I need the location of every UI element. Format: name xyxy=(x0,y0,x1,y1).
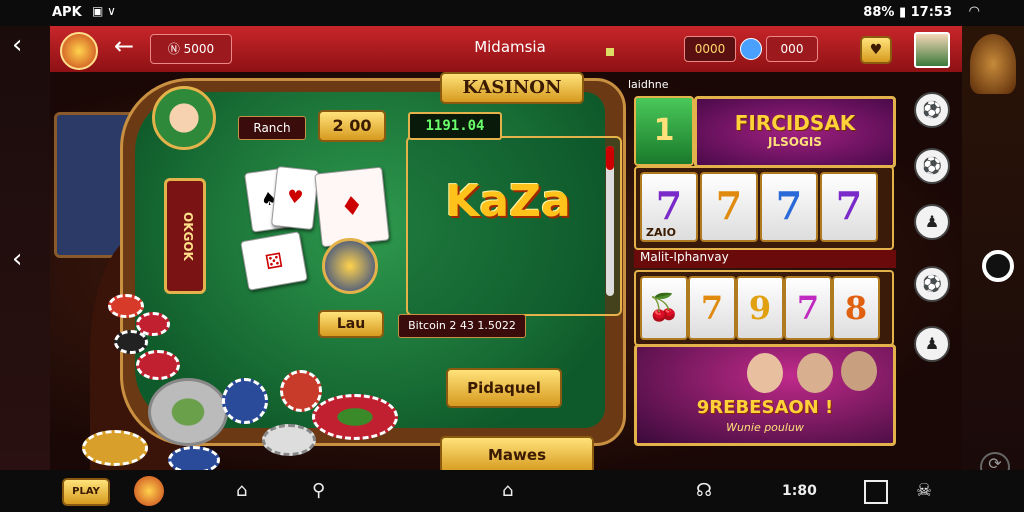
record-icon[interactable] xyxy=(982,250,1014,282)
status-right-text: 88% ▮ 17:53 xyxy=(863,5,952,20)
pirate-skull-icon[interactable]: ☠ xyxy=(916,480,932,501)
promo-banner-bottom[interactable]: 9REBESAON ! Wunie pouluw xyxy=(634,344,896,446)
bottom-action-button[interactable]: Mawes xyxy=(440,436,594,474)
table-title: KASINON xyxy=(440,72,584,104)
title-dropdown-icon[interactable] xyxy=(606,48,614,56)
timer-display: 1191.04 xyxy=(408,112,502,140)
player-name-label: Ranch xyxy=(238,116,306,140)
player-avatar[interactable] xyxy=(152,86,216,150)
right-rail: ⟳ xyxy=(962,26,1024,482)
back-icon[interactable]: ‹ xyxy=(12,30,22,60)
slot-reel: 7 xyxy=(700,172,758,242)
host-avatar xyxy=(797,353,833,393)
promo-subtitle: JLSOGIS xyxy=(768,135,822,149)
scrollbar-thumb[interactable] xyxy=(606,146,614,170)
home-outline-icon[interactable]: ⌂ xyxy=(236,480,247,501)
wallet-button[interactable]: Ⓝ 5000 xyxy=(150,34,232,64)
chess-piece-icon[interactable]: ♟ xyxy=(914,204,950,240)
slot-reel: 7 xyxy=(784,276,832,340)
game-logo-icon[interactable] xyxy=(134,476,164,506)
slot-reel: 8 xyxy=(832,276,880,340)
left-rail: ‹ ‹ xyxy=(0,26,50,470)
soccer-ball-icon[interactable]: ⚽ xyxy=(914,92,950,128)
chip-red[interactable] xyxy=(136,350,180,380)
side-banner: OKGOK xyxy=(164,178,206,294)
promo2-subtitle: Wunie pouluw xyxy=(726,421,804,434)
prev-arrow-icon[interactable]: ‹ xyxy=(12,244,22,274)
host-avatar xyxy=(747,353,783,393)
playing-card-heart[interactable]: ♥ xyxy=(270,165,320,231)
chip-blue[interactable] xyxy=(222,378,268,424)
promo-title: FIRCIDSAK xyxy=(734,111,856,135)
win-info-label: Bitcoin 2 43 1.5022 xyxy=(398,314,526,338)
bet-value-display: 2 00 xyxy=(318,110,386,142)
search-icon[interactable]: ⚲ xyxy=(312,480,325,501)
app-logo-icon[interactable] xyxy=(60,32,98,70)
chandelier-icon xyxy=(970,34,1016,94)
slot-reel: 7 xyxy=(760,172,818,242)
notification-icon: ▣ ∨ xyxy=(92,4,116,18)
game-title: KaZa xyxy=(445,176,571,227)
status-bar: APK ▣ ∨ 88% ▮ 17:53 ◠ xyxy=(0,0,1024,26)
status-app-label: APK xyxy=(52,5,82,20)
gem-counter[interactable]: 000 xyxy=(766,36,818,62)
card-stack[interactable]: ♦ xyxy=(314,166,390,248)
game-scrollbar[interactable] xyxy=(606,146,614,296)
roulette-icon[interactable]: ⚽ xyxy=(914,148,950,184)
profile-avatar[interactable] xyxy=(914,32,950,68)
chess-piece-icon[interactable]: ♟ xyxy=(914,326,950,362)
chat-icon[interactable]: ☊ xyxy=(696,480,712,501)
chip-large-silver[interactable] xyxy=(148,378,228,446)
promo-banner-top[interactable]: FIRCIDSAK JLSOGIS xyxy=(694,96,896,168)
host-avatar xyxy=(841,351,877,391)
wifi-icon: ◠ xyxy=(968,4,980,19)
chip-gold[interactable] xyxy=(82,430,148,466)
primary-action-button[interactable]: Pidaquel xyxy=(446,368,562,408)
home-icon[interactable]: ⌂ xyxy=(502,480,513,501)
chip-white[interactable] xyxy=(262,424,316,456)
rank-badge[interactable]: 1 xyxy=(634,96,694,166)
favorite-button[interactable]: ♥ xyxy=(860,36,892,64)
chip-green-plant[interactable] xyxy=(312,394,398,440)
slot-reel: 7 xyxy=(820,172,878,242)
header-back-icon[interactable]: ← xyxy=(114,32,134,60)
app-header: ← Ⓝ 5000 Midamsia 0000 000 ♥ xyxy=(50,26,962,74)
token-badge-icon[interactable] xyxy=(322,238,378,294)
chip-red[interactable] xyxy=(108,294,144,318)
chip-black[interactable] xyxy=(114,330,148,354)
promo2-title: 9REBESAON ! xyxy=(696,397,834,418)
slot-caption: ZAIO xyxy=(646,226,676,239)
dice-icon[interactable]: ⚄ xyxy=(240,231,308,291)
square-icon[interactable] xyxy=(864,480,888,504)
bet-label: Lau xyxy=(318,310,384,338)
soccer-ball-icon[interactable]: ⚽ xyxy=(914,266,950,302)
coin-counter[interactable]: 0000 xyxy=(684,36,736,62)
play-badge-button[interactable]: PLAY xyxy=(62,478,110,506)
counter-text: 1:80 xyxy=(782,483,817,499)
slot-reel: 🍒 xyxy=(640,276,688,340)
bottom-nav-bar: PLAY ⌂ ⚲ ⌂ ☊ 1:80 ☠ xyxy=(0,470,1024,512)
right-panel-label: laidhne xyxy=(628,78,669,91)
slot-section-label: Malit-Iphanvay xyxy=(634,250,896,268)
slot-reel: 9 xyxy=(736,276,784,340)
gem-icon xyxy=(740,38,762,60)
page-title: Midamsia xyxy=(474,38,546,56)
slot-reel: 7 xyxy=(688,276,736,340)
